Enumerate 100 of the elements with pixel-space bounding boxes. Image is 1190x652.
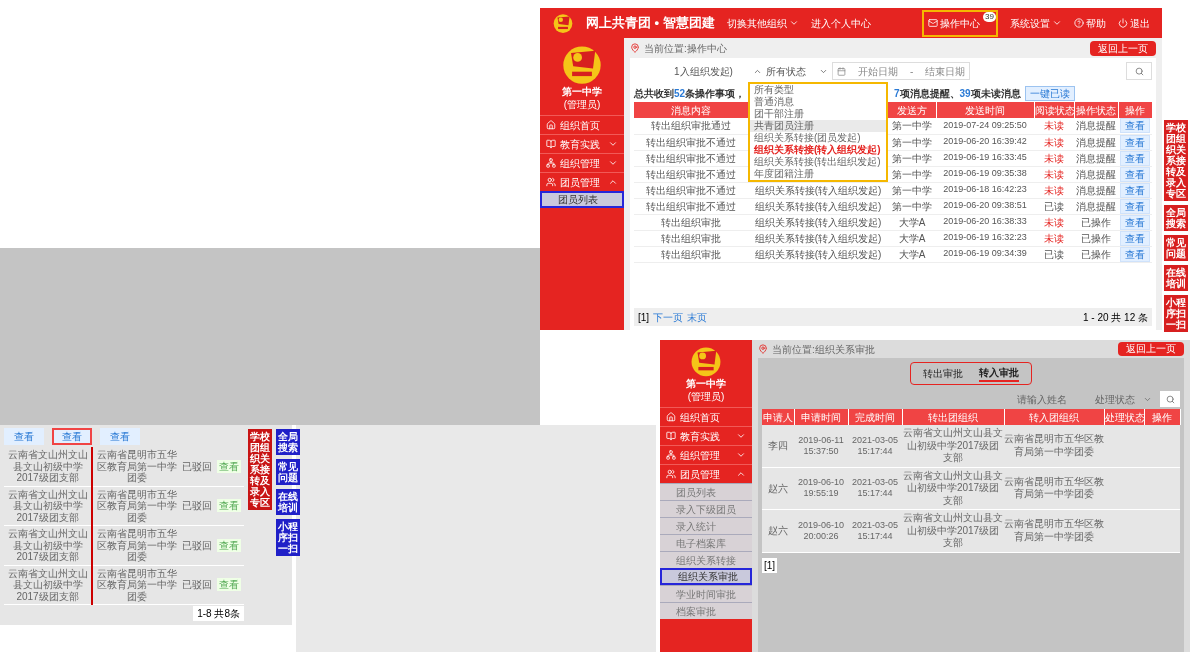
header-action[interactable]: 系统设置 — [1010, 15, 1062, 31]
table-cell: 云南省文山州文山县文山初级中学2017级团支部 — [902, 467, 1004, 510]
read-status: 未读 — [1034, 214, 1074, 230]
submenu-item[interactable]: 团员列表 — [540, 191, 624, 208]
submenu-item[interactable]: 组织关系审批 — [660, 568, 752, 585]
table-cell: 云南省昆明市五华区教育局第一中学团委 — [1004, 467, 1104, 510]
table-cell: 2021-03-05 15:17:44 — [848, 509, 902, 552]
side-link[interactable]: 小程序扫一扫 — [1164, 295, 1188, 332]
search-button[interactable] — [1126, 62, 1152, 80]
submenu-item[interactable]: 录入统计 — [660, 517, 752, 534]
tab[interactable]: 转入审批 — [979, 365, 1019, 382]
view-button[interactable]: 查看 — [217, 459, 241, 473]
date-range-field[interactable]: 开始日期 - 结束日期 — [832, 62, 971, 80]
table-cell: 云南省昆明市五华区教育局第一中学团委 — [92, 525, 180, 565]
page-info: 1 - 20 共 12 条 — [1082, 310, 1148, 325]
read-status: 未读 — [1034, 166, 1074, 182]
header-action[interactable]: 退出 — [1118, 15, 1150, 31]
back-button[interactable]: 返回上一页 — [1118, 342, 1184, 356]
view-button[interactable]: 查看 — [100, 427, 140, 445]
last-page-link[interactable]: 末页 — [687, 309, 708, 325]
dropdown-option[interactable]: 组织关系转接(转入组织发起) — [750, 144, 886, 156]
power-icon — [1118, 18, 1128, 28]
dropdown-option[interactable]: 组织关系转接(团员发起) — [750, 132, 886, 144]
submenu-item[interactable]: 学业时间审批 — [660, 585, 752, 602]
table-cell: 组织关系转接(转入组织发起) — [748, 198, 888, 214]
people-icon — [666, 469, 676, 479]
hierarchy-icon — [666, 450, 676, 460]
type-select[interactable]: 1入组织发起) — [674, 63, 762, 79]
dropdown-option[interactable]: 团干部注册 — [750, 108, 886, 120]
table-cell: 2019-06-18 16:42:23 — [936, 182, 1034, 198]
table-cell: 消息提醒 — [1074, 150, 1118, 166]
view-button[interactable]: 查看 — [52, 427, 92, 445]
people-icon — [546, 177, 556, 187]
read-status: 已读 — [1034, 198, 1074, 214]
side-link[interactable]: 学校团组织关系接转及录入专区 — [1164, 120, 1188, 201]
header-action[interactable]: 帮助 — [1074, 15, 1106, 31]
side-link[interactable]: 全局搜索 — [276, 429, 300, 455]
tab[interactable]: 转出审批 — [923, 365, 963, 382]
location-pin-icon — [758, 344, 768, 354]
column-header: 发送方 — [888, 102, 936, 118]
breadcrumb: 当前位置:操作中心 — [644, 41, 728, 56]
table-cell: 组织关系转接(转入组织发起) — [748, 246, 888, 262]
next-page-link[interactable]: 下一页 — [653, 309, 684, 325]
side-link[interactable]: 常见问题 — [276, 459, 300, 485]
table-cell: 2019-07-24 09:25:50 — [936, 118, 1034, 134]
table-cell: 已驳回 — [180, 486, 214, 526]
submenu-item[interactable]: 电子档案库 — [660, 534, 752, 551]
table-cell: 2019-06-10 20:00:26 — [794, 509, 848, 552]
table-cell: 2021-03-05 15:17:44 — [848, 425, 902, 467]
mark-all-read-button[interactable]: 一键已读 — [1024, 85, 1075, 101]
side-link[interactable]: 常见问题 — [1164, 235, 1188, 261]
table-cell: 消息提醒 — [1074, 182, 1118, 198]
table-cell: 2019-06-20 09:38:51 — [936, 198, 1034, 214]
status-select[interactable]: 所有状态 — [766, 63, 828, 79]
table-cell: 2019-06-20 16:38:33 — [936, 214, 1034, 230]
submenu-item[interactable]: 档案审批 — [660, 602, 752, 619]
nav-link[interactable]: 切换其他组织 — [726, 15, 799, 31]
search-icon — [1165, 394, 1175, 404]
submenu-item[interactable]: 组织关系转接 — [660, 551, 752, 568]
view-button[interactable]: 查看 — [1120, 118, 1150, 134]
dropdown-option[interactable]: 年度团籍注册 — [750, 168, 886, 180]
chevron-up-icon — [736, 469, 746, 479]
page-number[interactable]: [1] — [762, 558, 778, 573]
search-icon — [1134, 66, 1144, 76]
mail-icon — [928, 18, 938, 28]
dropdown-option[interactable]: 普通消息 — [750, 96, 886, 108]
view-button[interactable]: 查看 — [217, 538, 241, 552]
column-header: 发送时间 — [936, 102, 1034, 118]
side-link[interactable]: 小程序扫一扫 — [276, 519, 300, 556]
view-button[interactable]: 查看 — [217, 499, 241, 513]
dropdown-option[interactable]: 组织关系转接(转出组织发起) — [750, 156, 886, 168]
submenu-item[interactable]: 团员列表 — [660, 483, 752, 500]
dropdown-option[interactable]: 所有类型 — [750, 84, 886, 96]
header-action[interactable]: 操作中心 39 — [922, 9, 998, 37]
view-button[interactable]: 查看 — [4, 427, 44, 445]
dropdown-option[interactable]: 共青团员注册 — [750, 120, 886, 132]
table-cell: 消息提醒 — [1074, 198, 1118, 214]
table-cell: 2021-03-05 15:17:44 — [848, 467, 902, 510]
side-link[interactable]: 学校团组织关系接转及录入专区 — [248, 429, 272, 510]
nav-link[interactable]: 进入个人中心 — [810, 15, 871, 31]
name-input-field[interactable]: 请输入姓名 — [1017, 391, 1087, 407]
table-cell: 大学A — [888, 214, 936, 230]
table-cell: 已驳回 — [180, 565, 214, 605]
back-button[interactable]: 返回上一页 — [1090, 40, 1156, 56]
table-cell: 转出组织审批不通过 — [634, 150, 748, 166]
table-cell: 云南省文山州文山县文山初级中学2017级团支部 — [902, 425, 1004, 467]
chevron-down-icon — [1052, 18, 1062, 28]
search-button[interactable] — [1160, 391, 1180, 407]
table-cell: 转出组织审批不通过 — [634, 198, 748, 214]
help-icon — [1074, 18, 1084, 28]
table-cell: 云南省昆明市五华区教育局第一中学团委 — [92, 486, 180, 526]
view-button[interactable]: 查看 — [217, 578, 241, 592]
page-number[interactable]: [1] — [638, 309, 650, 325]
side-link[interactable]: 在线培训 — [276, 489, 300, 515]
table-cell: 云南省文山州文山县文山初级中学2017级团支部 — [4, 486, 92, 526]
table-cell: 云南省文山州文山县文山初级中学2017级团支部 — [4, 565, 92, 605]
submenu-item[interactable]: 录入下级团员 — [660, 500, 752, 517]
side-link[interactable]: 在线培训 — [1164, 265, 1188, 291]
table-cell: 2019-06-19 16:32:23 — [936, 230, 1034, 246]
side-link[interactable]: 全局搜索 — [1164, 205, 1188, 231]
